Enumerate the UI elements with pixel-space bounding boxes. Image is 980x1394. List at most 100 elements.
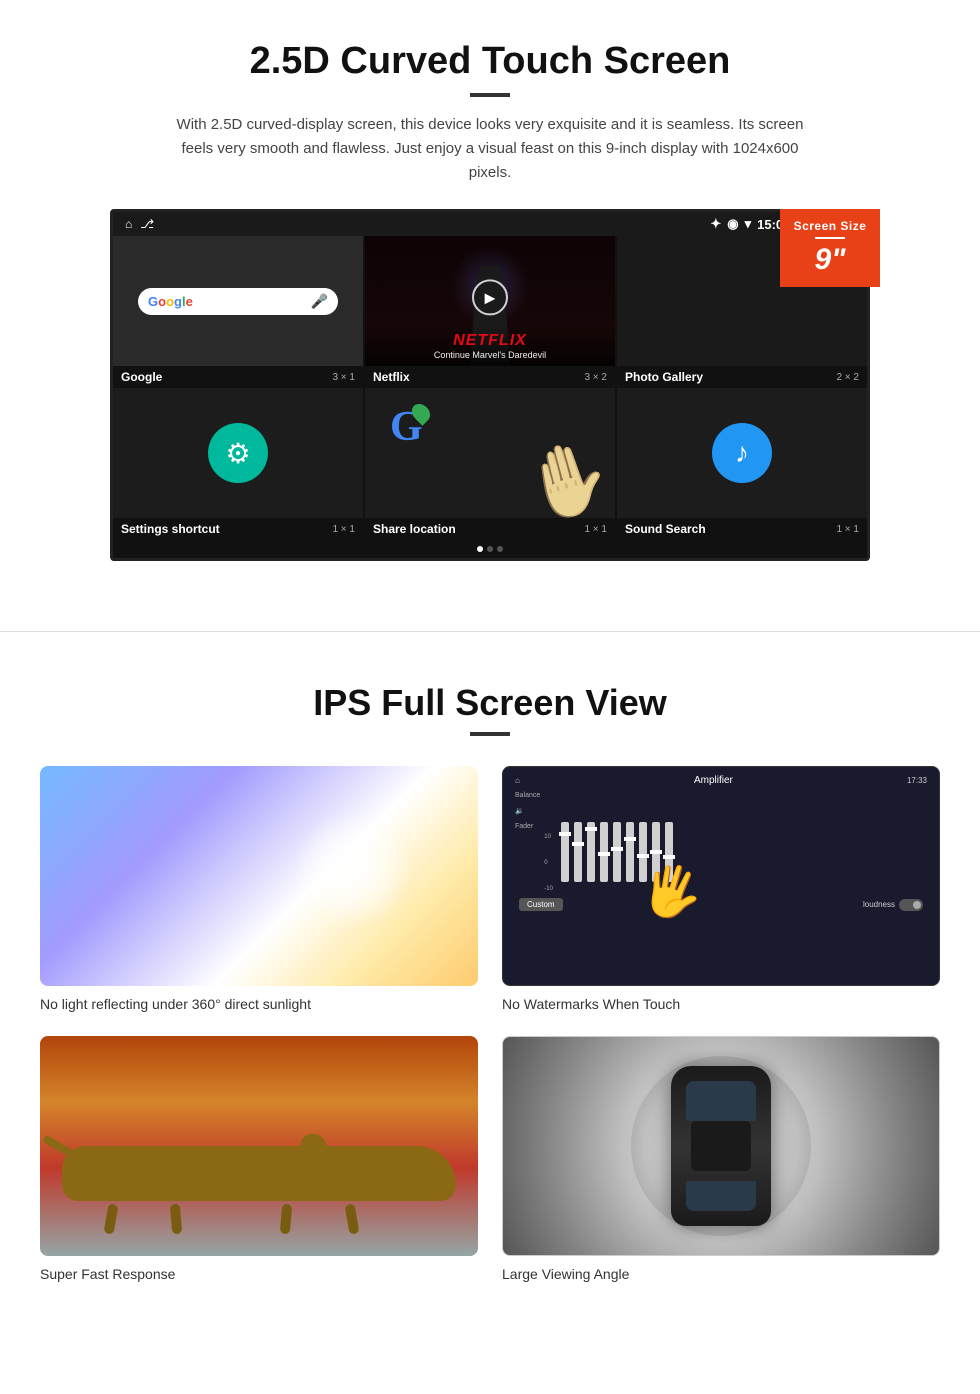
amp-title: Amplifier xyxy=(694,775,733,786)
eq-bar-5 xyxy=(613,822,621,882)
settings-label-row: Settings shortcut 1 × 1 xyxy=(113,518,363,540)
cheetah-body xyxy=(62,1146,456,1201)
amp-footer: Custom loudness xyxy=(511,894,931,915)
cheetah-image xyxy=(40,1036,478,1256)
amp-side-labels: Balance 🔉 Fader xyxy=(515,792,540,892)
amp-sliders-container: 10 0 -10 xyxy=(544,792,927,892)
amp-time: 17:33 xyxy=(907,776,927,785)
netflix-overlay: NETFLIX Continue Marvel's Daredevil xyxy=(365,326,615,366)
home-icon: ⌂ xyxy=(125,217,132,231)
app-cell-netflix[interactable]: ▶ NETFLIX Continue Marvel's Daredevil Ne… xyxy=(365,236,615,388)
badge-label: Screen Size xyxy=(788,219,872,233)
google-search-bar[interactable]: Google 🎤 xyxy=(138,288,338,315)
amp-header: ⌂ Amplifier 17:33 xyxy=(511,775,931,786)
share-location-label-row: Share location 1 × 1 xyxy=(365,518,615,540)
eq-bar-3 xyxy=(587,822,595,882)
app-cell-settings[interactable]: ⚙ Settings shortcut 1 × 1 xyxy=(113,388,363,540)
feature-cheetah: Super Fast Response xyxy=(40,1036,478,1282)
share-location-app-size: 1 × 1 xyxy=(584,524,607,535)
amplifier-caption: No Watermarks When Touch xyxy=(502,996,940,1012)
music-note-icon: ♪ xyxy=(735,437,749,469)
car-roof xyxy=(691,1121,751,1171)
amp-loudness: loudness xyxy=(863,899,923,911)
mic-icon: 🎤 xyxy=(311,293,328,310)
page-divider xyxy=(0,631,980,632)
car-top-view xyxy=(671,1066,771,1226)
screen-mockup-container: Screen Size 9" ⌂ ⎇ ✦ ◉ ▾ 15:06 ⊡ xyxy=(60,209,920,561)
feature-amplifier: ⌂ Amplifier 17:33 Balance 🔉 Fader 10 0 xyxy=(502,766,940,1012)
eq-bar-4 xyxy=(600,822,608,882)
car-image xyxy=(502,1036,940,1256)
amp-speaker-icon: 🔉 xyxy=(515,807,540,815)
car-rear-window xyxy=(686,1181,756,1211)
ips-title-divider xyxy=(470,732,510,736)
share-location-app-name: Share location xyxy=(373,522,456,536)
app-cell-google[interactable]: Google 🎤 Google 3 × 1 xyxy=(113,236,363,388)
sound-search-preview: ♪ xyxy=(617,388,867,518)
settings-app-preview: ⚙ xyxy=(113,388,363,518)
share-location-preview: G 🤚 xyxy=(365,388,615,518)
feature-sunlight: No light reflecting under 360° direct su… xyxy=(40,766,478,1012)
hand-pointing-icon: 🤚 xyxy=(514,431,615,518)
amp-home-icon: ⌂ xyxy=(515,776,520,785)
amp-eq-bars: 🖐 xyxy=(561,812,673,892)
location-icon: ◉ xyxy=(727,216,738,232)
section1-description: With 2.5D curved-display screen, this de… xyxy=(165,113,815,185)
screen-mockup-wrap: Screen Size 9" ⌂ ⎇ ✦ ◉ ▾ 15:06 ⊡ xyxy=(110,209,870,561)
amplifier-image: ⌂ Amplifier 17:33 Balance 🔉 Fader 10 0 xyxy=(502,766,940,986)
google-app-size: 3 × 1 xyxy=(332,372,355,383)
app-grid-row1: Google 🎤 Google 3 × 1 xyxy=(113,236,867,388)
amp-balance-label: Balance xyxy=(515,792,540,799)
pagination-dots xyxy=(113,540,867,558)
android-screen: ⌂ ⎇ ✦ ◉ ▾ 15:06 ⊡ ♪ ⊠ ▭ xyxy=(110,209,870,561)
screen-size-badge: Screen Size 9" xyxy=(780,209,880,287)
sunlight-image xyxy=(40,766,478,986)
netflix-subtitle: Continue Marvel's Daredevil xyxy=(373,350,607,360)
gear-icon: ⚙ xyxy=(225,437,250,470)
cheetah-leg4 xyxy=(344,1203,359,1234)
sound-search-app-size: 1 × 1 xyxy=(836,524,859,535)
dot-1 xyxy=(477,546,483,552)
settings-app-size: 1 × 1 xyxy=(332,524,355,535)
usb-icon: ⎇ xyxy=(140,217,154,231)
curved-screen-section: 2.5D Curved Touch Screen With 2.5D curve… xyxy=(0,0,980,591)
badge-size: 9" xyxy=(788,243,872,277)
ips-section: IPS Full Screen View No light reflecting… xyxy=(0,672,980,1322)
cheetah-leg3 xyxy=(280,1204,293,1235)
cheetah-caption: Super Fast Response xyxy=(40,1266,478,1282)
bluetooth-icon: ✦ xyxy=(710,216,721,232)
car-caption: Large Viewing Angle xyxy=(502,1266,940,1282)
gallery-app-name: Photo Gallery xyxy=(625,370,703,384)
sunlight-caption: No light reflecting under 360° direct su… xyxy=(40,996,478,1012)
eq-bar-2 xyxy=(574,822,582,882)
feature-car: Large Viewing Angle xyxy=(502,1036,940,1282)
cheetah-leg2 xyxy=(170,1204,183,1235)
settings-app-name: Settings shortcut xyxy=(121,522,220,536)
section1-title: 2.5D Curved Touch Screen xyxy=(60,40,920,83)
status-bar: ⌂ ⎇ ✦ ◉ ▾ 15:06 ⊡ ♪ ⊠ ▭ xyxy=(113,212,867,236)
features-grid: No light reflecting under 360° direct su… xyxy=(40,766,940,1282)
amp-fader-label: Fader xyxy=(515,823,540,830)
section2-title: IPS Full Screen View xyxy=(40,682,940,724)
netflix-app-name: Netflix xyxy=(373,370,410,384)
netflix-label-row: Netflix 3 × 2 xyxy=(365,366,615,388)
gallery-app-size: 2 × 2 xyxy=(836,372,859,383)
play-button[interactable]: ▶ xyxy=(472,279,508,315)
app-cell-sound-search[interactable]: ♪ Sound Search 1 × 1 xyxy=(617,388,867,540)
google-logo: Google xyxy=(148,294,193,309)
sound-search-app-name: Sound Search xyxy=(625,522,706,536)
status-left: ⌂ ⎇ xyxy=(125,217,154,231)
google-app-name: Google xyxy=(121,370,162,384)
dot-3 xyxy=(497,546,503,552)
app-grid-row2: ⚙ Settings shortcut 1 × 1 G xyxy=(113,388,867,540)
google-label-row: Google 3 × 1 xyxy=(113,366,363,388)
amp-custom-btn[interactable]: Custom xyxy=(519,898,563,911)
badge-divider xyxy=(815,237,845,239)
cheetah-leg1 xyxy=(103,1203,118,1234)
netflix-logo: NETFLIX xyxy=(373,332,607,350)
amp-db-labels: 10 0 -10 xyxy=(544,834,553,892)
eq-bar-1 xyxy=(561,822,569,882)
app-cell-share-location[interactable]: G 🤚 Share location 1 × 1 xyxy=(365,388,615,540)
amp-toggle[interactable] xyxy=(899,899,923,911)
music-icon-wrap: ♪ xyxy=(712,423,772,483)
